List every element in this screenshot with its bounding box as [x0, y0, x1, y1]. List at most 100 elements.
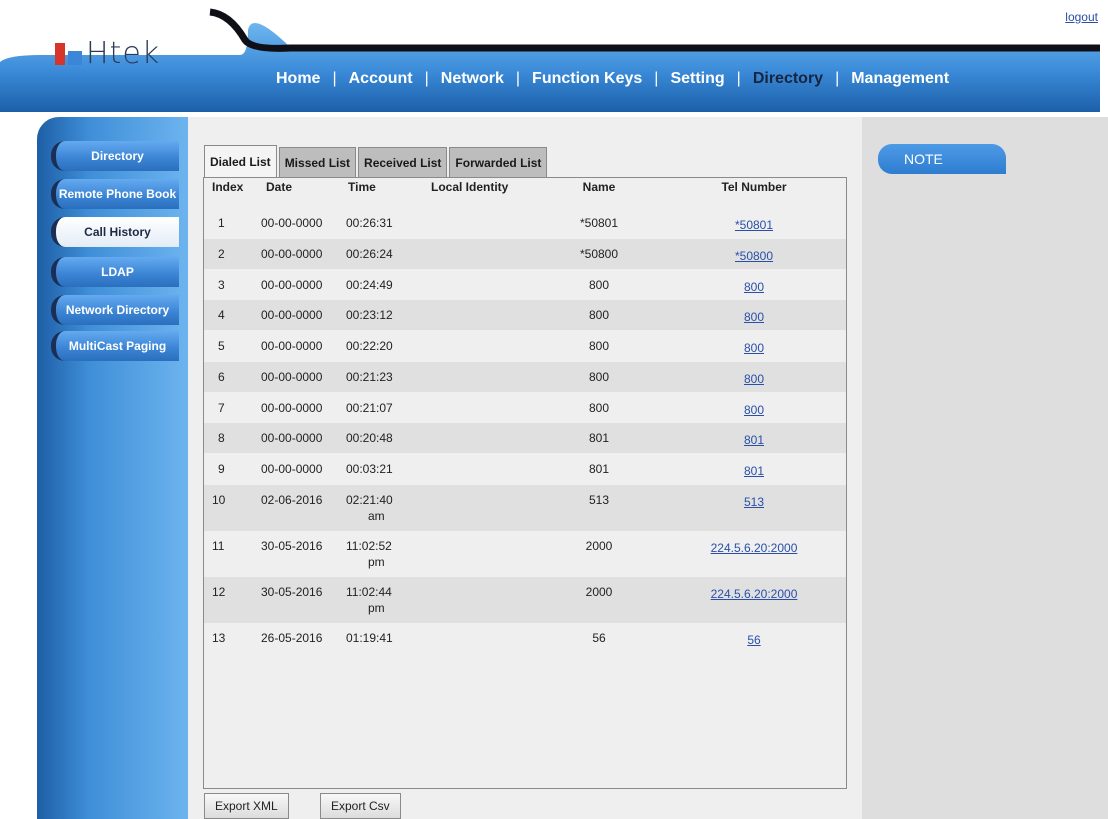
tab-missed-list[interactable]: Missed List — [278, 147, 357, 177]
cell-date: 00-00-0000 — [261, 370, 323, 384]
note-panel: NOTE — [862, 117, 1108, 819]
cell-date: 30-05-2016 — [261, 585, 323, 599]
sidebar-item-directory[interactable]: Directory — [51, 141, 179, 171]
logout-link[interactable]: logout — [1065, 10, 1098, 24]
tel-number-link[interactable]: 56 — [747, 633, 760, 647]
table-header: Index Date Time Local Identity Name Tel … — [204, 180, 846, 198]
cell-date: 00-00-0000 — [261, 431, 323, 445]
cell-time: 00:26:31 — [346, 216, 393, 230]
nav-function-keys[interactable]: Function Keys — [532, 70, 642, 88]
cell-tel-number: 800 — [664, 310, 844, 324]
header-banner — [0, 8, 1108, 112]
cell-index: 9 — [218, 462, 225, 476]
cell-date: 30-05-2016 — [261, 539, 323, 553]
sidebar-item-remote-phone-book[interactable]: Remote Phone Book — [51, 179, 179, 209]
cell-time-suffix: pm — [368, 601, 385, 615]
cell-index: 1 — [218, 216, 225, 230]
cell-index: 10 — [212, 493, 226, 507]
tel-number-link[interactable]: 224.5.6.20:2000 — [711, 587, 798, 601]
cell-time: 00:21:07 — [346, 401, 393, 415]
cell-date: 00-00-0000 — [261, 247, 323, 261]
cell-time: 00:23:12 — [346, 308, 393, 322]
cell-date: 00-00-0000 — [261, 278, 323, 292]
cell-index: 8 — [218, 431, 225, 445]
tab-dialed-list[interactable]: Dialed List — [204, 145, 277, 177]
col-local-identity-header: Local Identity — [431, 180, 509, 194]
cell-time: 00:24:49 — [346, 278, 393, 292]
tel-number-link[interactable]: 801 — [744, 433, 764, 447]
cell-time: 00:03:21 — [346, 462, 393, 476]
main-content: Dialed List Missed List Received List Fo… — [188, 117, 862, 819]
export-xml-button[interactable]: Export XML — [204, 793, 289, 819]
sidebar-item-network-directory[interactable]: Network Directory — [51, 295, 179, 325]
nav-home[interactable]: Home — [276, 70, 320, 88]
cell-name: 801 — [588, 431, 610, 445]
cell-tel-number: 800 — [664, 341, 844, 355]
nav-separator: | — [654, 70, 659, 87]
cell-tel-number: 801 — [664, 464, 844, 478]
tel-number-link[interactable]: *50801 — [735, 218, 773, 232]
sidebar-item-call-history[interactable]: Call History — [51, 217, 179, 247]
nav-separator: | — [515, 70, 521, 87]
table-row: 1 00-00-0000 00:26:31 *50801 *50801 — [204, 208, 846, 238]
tab-received-list[interactable]: Received List — [358, 147, 448, 177]
cell-name: 800 — [588, 370, 610, 384]
sidebar-item-ldap[interactable]: LDAP — [51, 257, 179, 287]
cell-name: 800 — [588, 339, 610, 353]
sidebar-item-multicast-paging[interactable]: MultiCast Paging — [51, 331, 179, 361]
cell-date: 00-00-0000 — [261, 339, 323, 353]
nav-directory[interactable]: Directory — [753, 70, 823, 88]
cell-name: 800 — [588, 278, 610, 292]
call-history-table: Index Date Time Local Identity Name Tel … — [203, 177, 847, 789]
tel-number-link[interactable]: 800 — [744, 310, 764, 324]
table-row: 8 00-00-0000 00:20:48 801 801 — [204, 423, 846, 453]
tab-forwarded-list[interactable]: Forwarded List — [449, 147, 548, 177]
col-time-header: Time — [348, 180, 376, 194]
nav-setting[interactable]: Setting — [670, 70, 724, 88]
nav-management[interactable]: Management — [851, 70, 949, 88]
table-row: 10 02-06-2016 02:21:40 am 513 513 — [204, 485, 846, 531]
tel-number-link[interactable]: 800 — [744, 403, 764, 417]
nav-network[interactable]: Network — [441, 70, 504, 88]
table-row: 9 00-00-0000 00:03:21 801 801 — [204, 454, 846, 484]
cell-time-suffix: pm — [368, 555, 385, 569]
table-row: 5 00-00-0000 00:22:20 800 800 — [204, 331, 846, 361]
cell-date: 26-05-2016 — [261, 631, 323, 645]
table-row: 11 30-05-2016 11:02:52 pm 2000 224.5.6.20:200… — [204, 531, 846, 577]
nav-separator: | — [835, 70, 840, 87]
nav-account[interactable]: Account — [349, 70, 413, 88]
cell-name: 800 — [588, 308, 610, 322]
table-row: 2 00-00-0000 00:26:24 *50800 *50800 — [204, 239, 846, 269]
table-row: 12 30-05-2016 11:02:44 pm 2000 224.5.6.20:200… — [204, 577, 846, 623]
cell-time: 00:20:48 — [346, 431, 393, 445]
cell-name: 2000 — [585, 539, 613, 553]
note-title: NOTE — [878, 144, 1006, 174]
cell-time: 02:21:40 — [346, 493, 393, 507]
cell-index: 4 — [218, 308, 225, 322]
tel-number-link[interactable]: 800 — [744, 280, 764, 294]
cell-name: *50800 — [579, 247, 619, 261]
cell-tel-number: 800 — [664, 372, 844, 386]
tel-number-link[interactable]: 800 — [744, 341, 764, 355]
tel-number-link[interactable]: *50800 — [735, 249, 773, 263]
tel-number-link[interactable]: 800 — [744, 372, 764, 386]
header: logout Htek Home | Account | Network | F… — [0, 0, 1108, 112]
cell-time: 00:26:24 — [346, 247, 393, 261]
cell-name: 513 — [588, 493, 610, 507]
col-name-header: Name — [582, 180, 616, 194]
col-tel-number-header: Tel Number — [721, 180, 787, 194]
tel-number-link[interactable]: 224.5.6.20:2000 — [711, 541, 798, 555]
table-row: 7 00-00-0000 00:21:07 800 800 — [204, 393, 846, 423]
cell-index: 2 — [218, 247, 225, 261]
cell-name: 2000 — [585, 585, 613, 599]
table-row: 3 00-00-0000 00:24:49 800 800 — [204, 270, 846, 300]
cell-tel-number: 224.5.6.20:2000 — [664, 541, 844, 555]
cell-time: 00:21:23 — [346, 370, 393, 384]
cell-tel-number: 800 — [664, 280, 844, 294]
cell-tel-number: 800 — [664, 403, 844, 417]
tel-number-link[interactable]: 801 — [744, 464, 764, 478]
cell-date: 00-00-0000 — [261, 401, 323, 415]
tel-number-link[interactable]: 513 — [744, 495, 764, 509]
cell-time-suffix: am — [368, 509, 385, 523]
export-csv-button[interactable]: Export Csv — [320, 793, 401, 819]
